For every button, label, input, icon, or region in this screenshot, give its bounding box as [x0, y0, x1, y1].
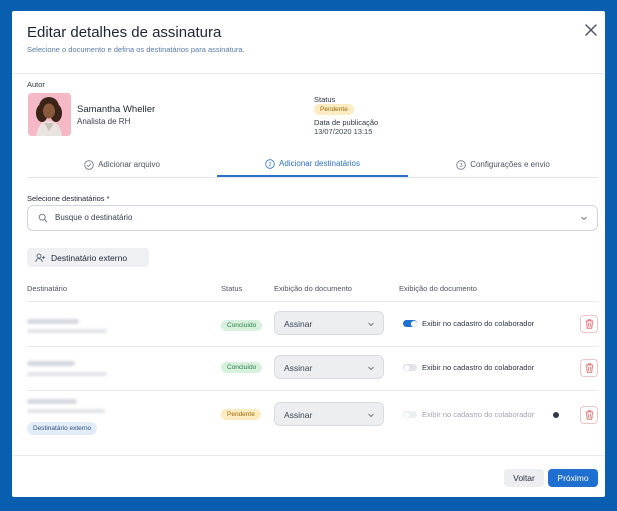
check-circle-icon: [84, 159, 94, 170]
modal-header: Editar detalhes de assinatura Selecione …: [12, 11, 605, 74]
status-label: Status: [314, 95, 336, 104]
add-external-recipient-label: Destinatário externo: [51, 252, 128, 263]
toggle-knob: [403, 411, 410, 418]
trash-icon: [585, 363, 593, 373]
action-select-value: Assinar: [284, 363, 313, 373]
recipient-name-redacted: [27, 361, 75, 366]
action-select[interactable]: Assinar: [274, 355, 384, 379]
display-toggle-label: Exibir no cadastro do colaborador: [422, 363, 535, 372]
delete-recipient-button[interactable]: [580, 315, 598, 333]
status-badge: Concluído: [221, 362, 263, 373]
action-select-value: Assinar: [284, 319, 313, 329]
chevron-down-icon: [581, 216, 587, 221]
recipient-email-redacted: [27, 409, 105, 413]
stepper: Adicionar arquivo 2 Adicionar destinatár…: [27, 152, 598, 178]
row-divider: [27, 301, 598, 302]
display-toggle[interactable]: [403, 411, 417, 418]
recipient-name-redacted: [27, 319, 79, 324]
step-label: Configurações e envio: [470, 160, 550, 169]
info-icon[interactable]: [553, 412, 559, 418]
column-header-document-display: Exibição do documento: [274, 284, 352, 293]
add-external-recipient-button[interactable]: Destinatário externo: [27, 248, 149, 267]
row-divider: [27, 390, 598, 391]
step-add-file[interactable]: Adicionar arquivo: [27, 152, 217, 177]
step-two-icon: 2: [265, 158, 275, 169]
recipient-name-redacted: [27, 399, 77, 404]
chevron-down-icon: [368, 413, 374, 418]
step-settings-send[interactable]: 3 Configurações e envio: [408, 152, 598, 177]
status-badge: Pendente: [314, 104, 354, 115]
column-header-document-display-2: Exibição do documento: [399, 284, 477, 293]
publication-date-label: Data de publicação: [314, 118, 379, 127]
modal-title: Editar detalhes de assinatura: [27, 24, 222, 41]
close-icon[interactable]: [583, 22, 599, 38]
step-label: Adicionar arquivo: [98, 160, 160, 169]
row-divider: [27, 346, 598, 347]
add-user-icon: [35, 253, 45, 262]
author-name: Samantha Wheller: [77, 104, 156, 115]
step-label: Adicionar destinatários: [279, 159, 360, 168]
edit-signature-modal: Editar detalhes de assinatura Selecione …: [12, 11, 605, 497]
next-button[interactable]: Próximo: [548, 469, 598, 487]
step-three-icon: 3: [456, 159, 466, 170]
chevron-down-icon: [368, 322, 374, 327]
svg-text:3: 3: [460, 163, 463, 169]
step-add-recipients[interactable]: 2 Adicionar destinatários: [217, 152, 408, 177]
modal-subtitle: Selecione o documento e defina os destin…: [27, 45, 245, 54]
action-select[interactable]: Assinar: [274, 402, 384, 426]
publication-date-value: 13/07/2020 13:15: [314, 127, 373, 136]
action-select[interactable]: Assinar: [274, 311, 384, 335]
back-button[interactable]: Voltar: [504, 469, 544, 487]
recipient-search-input[interactable]: Busque o destinatário: [27, 205, 598, 231]
column-header-recipient: Destinatário: [27, 284, 68, 293]
column-header-status: Status: [221, 284, 243, 293]
author-role: Analista de RH: [77, 117, 131, 126]
trash-icon: [585, 319, 593, 329]
display-toggle[interactable]: [403, 320, 417, 327]
display-toggle-label: Exibir no cadastro do colaborador: [422, 410, 535, 419]
toggle-knob: [410, 320, 417, 327]
external-recipient-tag: Destinatário externo: [27, 422, 98, 435]
delete-recipient-button[interactable]: [580, 406, 598, 424]
avatar: [28, 93, 71, 136]
trash-icon: [585, 410, 593, 420]
recipient-search-placeholder: Busque o destinatário: [55, 213, 133, 222]
author-section-label: Autor: [27, 80, 45, 89]
status-badge: Concluído: [221, 320, 263, 331]
display-toggle-label: Exibir no cadastro do colaborador: [422, 319, 535, 328]
delete-recipient-button[interactable]: [580, 359, 598, 377]
chevron-down-icon: [368, 366, 374, 371]
display-toggle[interactable]: [403, 364, 417, 371]
toggle-knob: [403, 364, 410, 371]
svg-text:2: 2: [269, 162, 272, 168]
search-icon: [38, 213, 48, 223]
recipients-select-label: Selecione destinatários *: [27, 194, 110, 203]
recipient-email-redacted: [27, 329, 107, 333]
action-select-value: Assinar: [284, 410, 313, 420]
status-badge: Pendente: [221, 409, 261, 420]
recipient-email-redacted: [27, 372, 107, 376]
